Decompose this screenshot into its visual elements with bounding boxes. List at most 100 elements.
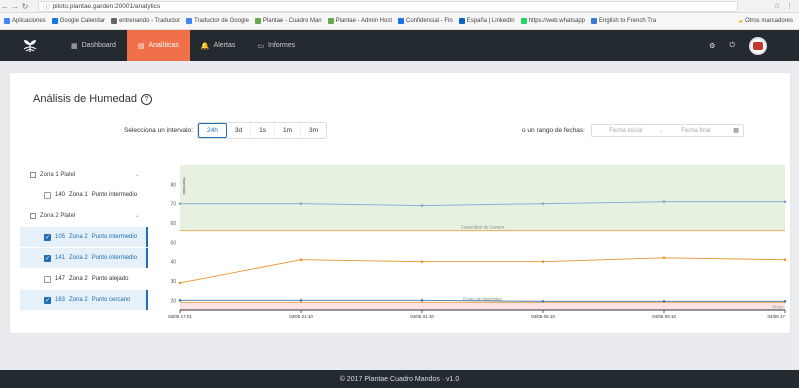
document-icon: ▭ <box>257 42 264 50</box>
y-tick-label: 80 <box>170 182 176 188</box>
bookmark-item[interactable]: Plantae - Admin Host <box>327 18 392 24</box>
group-checkbox[interactable] <box>30 171 36 178</box>
bookmark-item[interactable]: https://web.whatsapp <box>520 18 585 24</box>
bookmark-label: Plantae - Admin Host <box>335 18 392 24</box>
date-to-input[interactable]: Fecha final <box>666 128 726 134</box>
date-range-selector: o un rango de fechas: Fecha inicial → Fe… <box>522 124 744 137</box>
interval-label: Selecciona un intervalo: <box>124 127 194 134</box>
nav-item[interactable]: ▤ Analíticas <box>126 30 190 61</box>
other-bookmarks[interactable]: ▰ Otros marcadores <box>738 18 799 25</box>
sensor-checkbox[interactable] <box>44 191 51 199</box>
bookmark-item[interactable]: Confidencial - Fin <box>398 18 453 24</box>
sensor-item[interactable]: ✓ 163 Zona 2 Punto cercano <box>20 290 148 310</box>
forward-icon[interactable]: → <box>10 2 20 11</box>
info-icon: ⓘ <box>43 4 50 11</box>
interval-option[interactable]: 24h <box>198 123 227 138</box>
bookmark-label: Traductor de Google <box>194 18 249 24</box>
sensor-checkbox[interactable]: ✓ <box>44 296 51 304</box>
avatar[interactable] <box>749 36 767 55</box>
menu-icon[interactable]: ⋮ <box>786 2 793 10</box>
interval-option[interactable]: 1s <box>251 123 275 138</box>
series-line <box>179 257 786 284</box>
bookmark-item[interactable]: Traductor de Google <box>186 18 249 24</box>
back-icon[interactable]: ← <box>0 2 10 11</box>
sensor-group[interactable]: Zona 2 Platel ⌄ <box>30 212 140 219</box>
plantae-logo-icon[interactable] <box>0 30 60 61</box>
date-from-input[interactable]: Fecha inicial <box>596 128 656 134</box>
bookmark-item[interactable]: Aplicaciones <box>4 18 46 24</box>
bookmark-item[interactable]: Plantae - Cuadro Man <box>254 18 322 24</box>
chart-svg: 20304050607080 HumedadCapacidad de CampoP… <box>168 165 787 319</box>
arrow-right-icon: → <box>657 127 664 134</box>
sensor-checkbox[interactable]: ✓ <box>44 254 51 262</box>
bookmark-item[interactable]: España | LinkedIn <box>458 18 515 24</box>
bookmark-label: Google Calendar <box>59 18 106 24</box>
other-bookmarks-label: Otros marcadores <box>744 18 793 24</box>
sensor-item[interactable]: ✓ 141 Zona 2 Punto intermedio <box>20 248 148 268</box>
data-point <box>783 200 787 204</box>
footer-text: © 2017 Plantae Cuadro Mandos · v1.0 <box>339 375 460 383</box>
nav-item[interactable]: ▭ Informes <box>246 30 306 61</box>
bookmark-favicon-icon <box>111 18 118 24</box>
sensor-checkbox[interactable]: ✓ <box>44 233 51 241</box>
humidity-chart: 20 30 40 50 60 70 80 Humedad Capacidad de Campo P… <box>160 165 790 325</box>
sensor-id: 163 <box>55 297 66 303</box>
bookmark-favicon-icon <box>398 18 404 24</box>
url-text: piloto.plantae.garden:20001/analytics <box>52 2 161 10</box>
folder-icon: ▰ <box>738 18 743 25</box>
x-tick-label: 04/05 09:10 <box>652 314 676 319</box>
interval-option[interactable]: 1m <box>275 123 302 138</box>
page-title: Análisis de Humedad ? <box>33 93 152 105</box>
bookmark-favicon-icon <box>254 18 261 24</box>
address-bar[interactable]: ⓘ piloto.plantae.garden:20001/analytics <box>38 0 738 12</box>
gear-icon[interactable]: ⚙ <box>709 42 715 50</box>
bookmark-label: English to French Tra <box>599 18 657 24</box>
sensor-group-label: Zona 2 Platel <box>40 212 76 219</box>
x-tick-label: 03/05 21:10 <box>289 314 313 319</box>
date-range-field[interactable]: Fecha inicial → Fecha final ▦ <box>590 124 744 137</box>
y-tick-label: 40 <box>170 260 176 266</box>
y-tick-label: 20 <box>170 298 176 304</box>
sensor-name: Punto intermedio <box>91 234 138 240</box>
sensor-group[interactable]: Zona 1 Platel ⌄ <box>30 171 140 178</box>
reload-icon[interactable]: ↻ <box>20 2 30 11</box>
sensor-checkbox[interactable] <box>44 275 51 283</box>
y-tick-label: 60 <box>170 221 176 227</box>
bookmark-label: España | LinkedIn <box>466 18 515 24</box>
chevron-down-icon[interactable]: ⌄ <box>135 171 140 178</box>
data-point <box>541 202 545 205</box>
sensor-item[interactable]: 147 Zona 2 Punto alejado <box>20 269 148 289</box>
group-checkbox[interactable] <box>30 212 36 219</box>
interval-option[interactable]: 3d <box>227 123 252 138</box>
data-point <box>783 300 787 303</box>
help-icon[interactable]: ? <box>140 93 152 105</box>
nav-item-label: Analíticas <box>148 42 179 49</box>
sensor-id: 141 <box>55 255 66 261</box>
calendar-icon[interactable]: ▦ <box>733 127 739 134</box>
nav-item-label: Alertas <box>213 42 236 49</box>
bookmark-item[interactable]: English to French Tra <box>591 18 656 24</box>
logout-icon[interactable]: ⏻ <box>729 42 735 50</box>
data-point <box>662 256 666 260</box>
interval-option[interactable]: 3m <box>301 123 326 138</box>
data-point <box>178 281 182 285</box>
nav-item[interactable]: ▦ Dashboard <box>60 30 127 61</box>
nav-item[interactable]: 🔔 Alertas <box>190 30 247 61</box>
data-point <box>178 202 182 205</box>
nav-item-label: Dashboard <box>81 42 116 49</box>
bookmark-label: https://web.whatsapp <box>528 18 585 24</box>
chevron-down-icon[interactable]: ⌄ <box>135 212 140 219</box>
browser-toolbar: ← → ↻ ⓘ piloto.plantae.garden:20001/anal… <box>0 0 799 13</box>
footer: © 2017 Plantae Cuadro Mandos · v1.0 <box>0 370 799 388</box>
bookmark-item[interactable]: Google Calendar <box>51 18 106 24</box>
bookmark-item[interactable]: entrenando - Traductor <box>111 18 180 24</box>
sensor-zone: Zona 2 <box>69 297 88 303</box>
data-point <box>662 200 666 204</box>
sensor-item[interactable]: ✓ 105 Zona 2 Punto intermedio <box>20 227 148 247</box>
bell-icon: 🔔 <box>200 42 210 50</box>
x-tick-label: 04/05 05:10 <box>531 314 555 319</box>
sensor-item[interactable]: 140 Zona 1 Punto intermedio <box>20 185 148 205</box>
star-icon[interactable]: ☆ <box>774 2 780 10</box>
sensor-name: Punto intermedio <box>91 255 138 261</box>
data-point <box>541 260 545 263</box>
